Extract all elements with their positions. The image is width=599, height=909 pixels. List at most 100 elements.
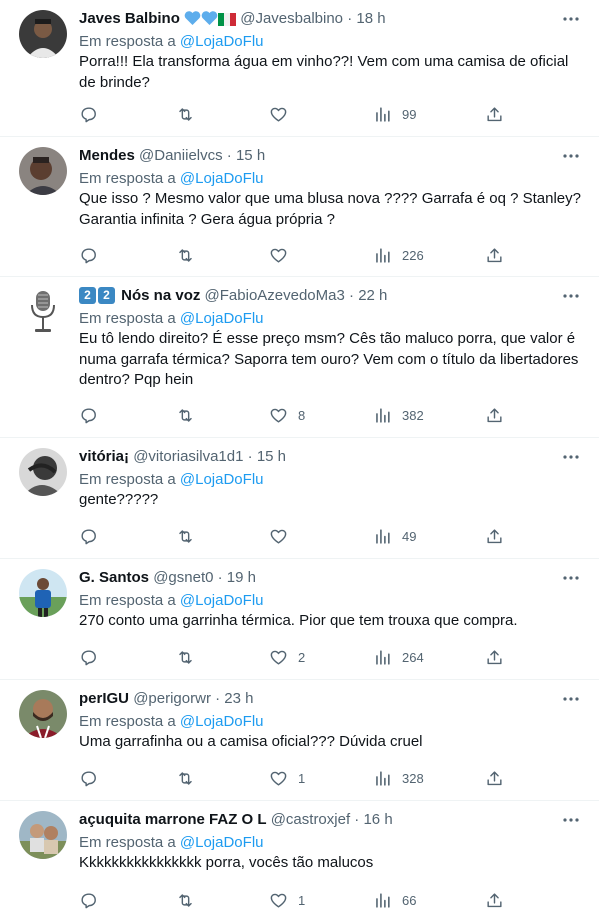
like-button[interactable]: 1 — [269, 889, 305, 909]
views-button[interactable]: 264 — [373, 646, 424, 668]
retweet-button[interactable] — [176, 244, 195, 266]
share-button[interactable] — [485, 525, 504, 547]
more-options-icon[interactable] — [561, 447, 581, 467]
handle[interactable]: @FabioAzevedoMa3 — [205, 287, 345, 304]
like-button[interactable]: 2 — [269, 646, 305, 668]
reply-button[interactable] — [79, 404, 98, 426]
avatar[interactable] — [19, 811, 67, 859]
handle[interactable]: @vitoriasilva1d1 — [133, 448, 243, 465]
reply-button[interactable] — [79, 244, 98, 266]
tweet-actions: 49 — [79, 525, 589, 547]
timestamp[interactable]: 15 h — [236, 147, 265, 164]
more-options-icon[interactable] — [561, 9, 581, 29]
retweet-button[interactable] — [176, 646, 195, 668]
like-count: 8 — [298, 407, 306, 423]
retweet-button[interactable] — [176, 103, 195, 125]
reply-context: Em resposta a @LojaDoFlu — [79, 713, 264, 730]
handle[interactable]: @gsnet0 — [153, 569, 213, 586]
like-count: 2 — [298, 649, 306, 665]
tweet[interactable]: Javes Balbino @Javesbalbino · 18 h Em re… — [0, 0, 599, 137]
avatar[interactable] — [19, 287, 67, 335]
reply-button[interactable] — [79, 103, 98, 125]
timestamp[interactable]: 22 h — [358, 287, 387, 304]
tweet-actions: 8 382 — [79, 404, 589, 426]
handle[interactable]: @Javesbalbino — [240, 10, 343, 27]
tweet[interactable]: açuquita marrone FAZ O L @castroxjef · 1… — [0, 801, 599, 909]
views-button[interactable]: 328 — [373, 767, 424, 789]
mention-link[interactable]: @LojaDoFlu — [180, 33, 264, 50]
share-button[interactable] — [485, 889, 504, 909]
display-name[interactable]: perIGU — [79, 690, 129, 707]
like-button[interactable] — [269, 103, 298, 125]
tweet-text: gente????? — [79, 491, 159, 508]
share-button[interactable] — [485, 767, 504, 789]
handle[interactable]: @perigorwr — [133, 690, 211, 707]
handle[interactable]: @castroxjef — [271, 811, 350, 828]
tweet[interactable]: 22 Nós na voz @FabioAzevedoMa3 · 22 h Em… — [0, 277, 599, 438]
like-button[interactable] — [269, 525, 298, 547]
reply-button[interactable] — [79, 767, 98, 789]
tweet-text: Porra!!! Ela transforma água em vinho??!… — [79, 53, 569, 91]
handle[interactable]: @Daniielvcs — [139, 147, 223, 164]
mention-link[interactable]: @LojaDoFlu — [180, 170, 264, 187]
blue-heart-icon — [184, 10, 201, 29]
more-options-icon[interactable] — [561, 286, 581, 306]
display-name[interactable]: Javes Balbino — [79, 10, 180, 27]
views-button[interactable]: 66 — [373, 889, 416, 909]
display-name[interactable]: Mendes — [79, 147, 135, 164]
like-button[interactable]: 8 — [269, 404, 305, 426]
view-count: 382 — [402, 407, 424, 423]
mention-link[interactable]: @LojaDoFlu — [180, 713, 264, 730]
share-button[interactable] — [485, 244, 504, 266]
display-name[interactable]: G. Santos — [79, 569, 149, 586]
mention-link[interactable]: @LojaDoFlu — [180, 471, 264, 488]
reply-button[interactable] — [79, 889, 98, 909]
mention-link[interactable]: @LojaDoFlu — [180, 310, 264, 327]
views-button[interactable]: 382 — [373, 404, 424, 426]
like-button[interactable] — [269, 244, 298, 266]
views-button[interactable]: 99 — [373, 103, 416, 125]
keycap-two-icon: 2 — [79, 287, 96, 304]
avatar[interactable] — [19, 448, 67, 496]
share-button[interactable] — [485, 404, 504, 426]
more-options-icon[interactable] — [561, 146, 581, 166]
tweet-text: 270 conto uma garrinha térmica. Pior que… — [79, 612, 518, 629]
views-button[interactable]: 226 — [373, 244, 424, 266]
mention-link[interactable]: @LojaDoFlu — [180, 834, 264, 851]
tweet[interactable]: Mendes @Daniielvcs · 15 h Em resposta a … — [0, 137, 599, 277]
timestamp[interactable]: 19 h — [227, 569, 256, 586]
views-button[interactable]: 49 — [373, 525, 416, 547]
keycap-two-icon: 2 — [98, 287, 115, 304]
timestamp[interactable]: 23 h — [224, 690, 253, 707]
avatar[interactable] — [19, 147, 67, 195]
reply-button[interactable] — [79, 525, 98, 547]
retweet-button[interactable] — [176, 767, 195, 789]
display-name[interactable]: vitória¡ — [79, 448, 129, 465]
avatar[interactable] — [19, 10, 67, 58]
retweet-button[interactable] — [176, 404, 195, 426]
like-button[interactable]: 1 — [269, 767, 305, 789]
display-name[interactable]: açuquita marrone FAZ O L — [79, 811, 267, 828]
timestamp[interactable]: 16 h — [363, 811, 392, 828]
more-options-icon[interactable] — [561, 689, 581, 709]
tweet[interactable]: G. Santos @gsnet0 · 19 h Em resposta a @… — [0, 559, 599, 680]
avatar[interactable] — [19, 690, 67, 738]
avatar[interactable] — [19, 569, 67, 617]
retweet-button[interactable] — [176, 525, 195, 547]
tweet-text: Kkkkkkkkkkkkkkkk porra, vocês tão maluco… — [79, 854, 374, 871]
retweet-button[interactable] — [176, 889, 195, 909]
reply-feed: Javes Balbino @Javesbalbino · 18 h Em re… — [0, 0, 599, 909]
mention-link[interactable]: @LojaDoFlu — [180, 592, 264, 609]
more-options-icon[interactable] — [561, 810, 581, 830]
timestamp[interactable]: 15 h — [257, 448, 286, 465]
display-name[interactable]: Nós na voz — [121, 287, 200, 304]
more-options-icon[interactable] — [561, 568, 581, 588]
tweet[interactable]: vitória¡ @vitoriasilva1d1 · 15 h Em resp… — [0, 438, 599, 559]
tweet[interactable]: perIGU @perigorwr · 23 h Em resposta a @… — [0, 680, 599, 801]
timestamp[interactable]: 18 h — [356, 10, 385, 27]
share-button[interactable] — [485, 103, 504, 125]
share-button[interactable] — [485, 646, 504, 668]
like-count: 1 — [298, 770, 306, 786]
reply-button[interactable] — [79, 646, 98, 668]
view-count: 226 — [402, 247, 424, 263]
